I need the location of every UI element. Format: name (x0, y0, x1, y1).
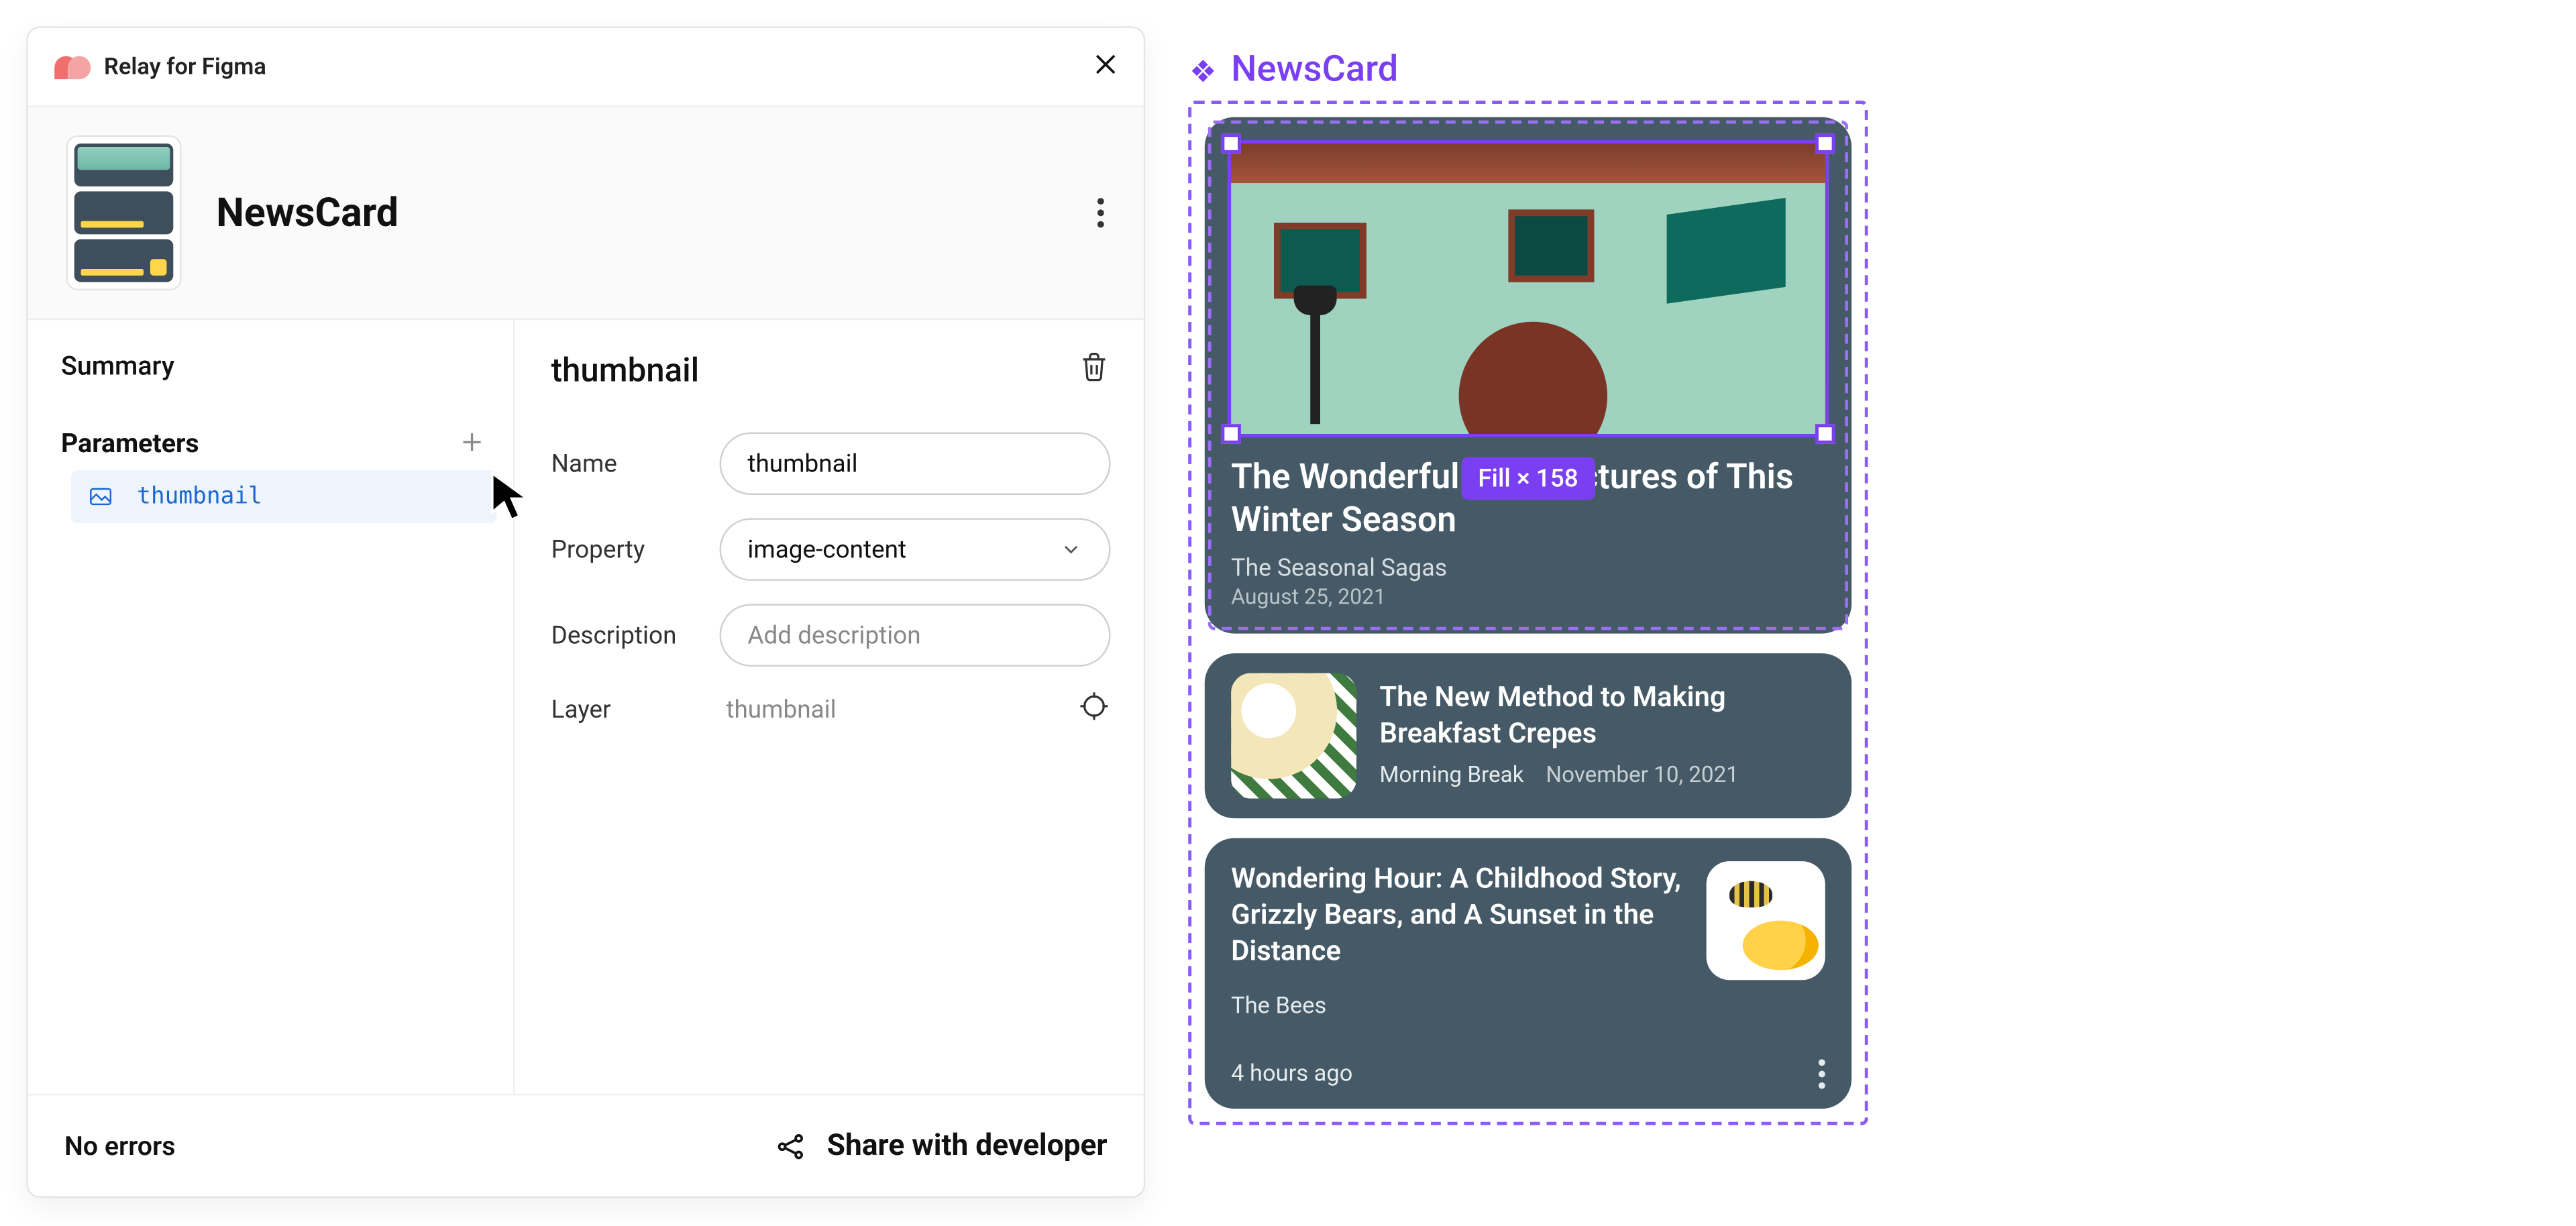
crosshair-icon (1077, 689, 1110, 722)
delete-parameter-button[interactable] (1077, 350, 1110, 390)
relay-logo-icon (54, 55, 91, 78)
audio-author: Morning Break (1380, 762, 1524, 788)
name-input-value: thumbnail (747, 449, 857, 478)
parameters-heading-row: Parameters (61, 424, 496, 460)
parameter-item-thumbnail[interactable]: thumbnail (71, 470, 497, 523)
close-icon (1091, 49, 1120, 78)
panel-body: Summary Parameters thumbnail (28, 320, 1144, 1094)
panel-title: Relay for Figma (104, 54, 266, 80)
compact-more-button[interactable] (1819, 1058, 1825, 1088)
layer-label: Layer (551, 695, 694, 724)
audio-date: November 10, 2021 (1546, 762, 1739, 788)
property-select-value: image-content (747, 535, 906, 564)
chevron-down-icon (1059, 538, 1082, 561)
name-input[interactable]: thumbnail (720, 433, 1111, 495)
figma-canvas: NewsCard The Wonderful Architectures of … (1188, 50, 1868, 1125)
figma-component-frame[interactable]: The Wonderful Architectures of This Wint… (1188, 101, 1868, 1124)
description-input[interactable]: Add description (720, 604, 1111, 666)
panel-sidebar: Summary Parameters thumbnail (28, 320, 515, 1094)
panel-header: Relay for Figma (28, 28, 1144, 107)
summary-heading[interactable]: Summary (61, 350, 496, 382)
audio-meta: Morning Break November 10, 2021 (1380, 762, 1825, 788)
parameter-detail-title: thumbnail (551, 350, 700, 390)
description-label: Description (551, 620, 694, 650)
parameters-heading: Parameters (61, 427, 199, 458)
error-status: No errors (64, 1130, 176, 1162)
hero-date: August 25, 2021 (1231, 585, 1825, 610)
share-with-developer-button[interactable]: Share with developer (774, 1129, 1108, 1164)
description-placeholder: Add description (747, 620, 920, 650)
compact-title: Wondering Hour: A Childhood Story, Grizz… (1231, 860, 1683, 979)
name-label: Name (551, 449, 694, 478)
selection-size-pill: Fill × 158 (1462, 457, 1595, 500)
component-icon (1188, 55, 1218, 85)
hero-author: The Seasonal Sagas (1231, 553, 1825, 581)
relay-panel: Relay for Figma NewsCard Summary Paramet… (26, 26, 1145, 1198)
image-icon (87, 484, 113, 510)
property-select[interactable]: image-content (720, 518, 1111, 580)
news-card-compact[interactable]: Wondering Hour: A Childhood Story, Grizz… (1205, 837, 1851, 1107)
figma-component-label[interactable]: NewsCard (1188, 50, 1868, 91)
share-icon (774, 1129, 807, 1162)
panel-footer: No errors Share with developer (28, 1094, 1144, 1196)
compact-author: The Bees (1231, 993, 1825, 1019)
property-label: Property (551, 535, 694, 564)
audio-thumbnail-image (1231, 672, 1356, 797)
news-card-hero[interactable]: The Wonderful Architectures of This Wint… (1205, 117, 1851, 633)
component-header: NewsCard (28, 107, 1144, 320)
layer-value: thumbnail (726, 695, 836, 724)
component-more-button[interactable] (1087, 198, 1114, 227)
share-label: Share with developer (827, 1129, 1108, 1164)
add-parameter-button[interactable] (454, 424, 490, 460)
locate-layer-button[interactable] (1077, 689, 1110, 729)
component-thumbnail (68, 137, 180, 288)
parameter-item-label: thumbnail (137, 484, 262, 510)
trash-icon (1077, 350, 1110, 383)
component-name: NewsCard (216, 190, 398, 236)
close-button[interactable] (1091, 49, 1120, 85)
compact-time-ago: 4 hours ago (1231, 1060, 1352, 1086)
audio-title: The New Method to Making Breakfast Crepe… (1380, 682, 1825, 753)
news-card-audio-small[interactable]: The New Method to Making Breakfast Crepe… (1205, 653, 1851, 818)
plus-icon (459, 429, 485, 455)
compact-thumbnail-image (1707, 860, 1825, 979)
hero-thumbnail-image[interactable] (1228, 140, 1828, 437)
parameter-detail: thumbnail Name thumbnail Property (515, 320, 1144, 1094)
figma-component-label-text: NewsCard (1231, 50, 1398, 91)
